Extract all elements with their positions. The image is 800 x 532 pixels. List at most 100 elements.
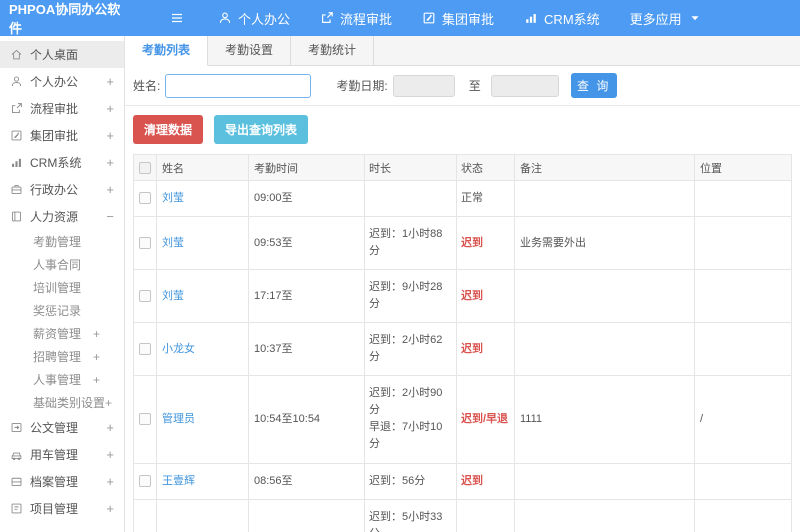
nav-item-label: 流程审批 [340,11,393,27]
row-checkbox[interactable] [139,342,151,355]
employee-name-link[interactable]: 王壹辉 [162,475,195,487]
name-filter-input[interactable] [165,73,312,98]
sidebar-subitem-label: 招聘管理 [33,350,82,364]
duration-cell: 迟到：5小时33分 早退：4小时67分 [369,510,443,532]
expand-toggle-icon[interactable]: + [93,373,100,387]
sidebar-item-公文管理[interactable]: 公文管理 + [0,414,124,441]
sidebar-toggle-button[interactable] [169,10,185,26]
nav-item-2[interactable]: 流程审批 [305,0,407,36]
employee-name-link[interactable]: 小龙女 [162,343,195,355]
table-row: 黄蓉13:20至13:20迟到：5小时33分 早退：4小时67分迟到/早退/ [133,498,792,532]
expand-toggle-icon[interactable]: + [106,474,114,489]
sidebar-item-档案管理[interactable]: 档案管理 + [0,468,124,495]
row-checkbox[interactable] [139,192,151,205]
sidebar-item-label: 项目管理 [30,502,79,516]
expand-toggle-icon[interactable]: + [106,155,114,170]
row-checkbox[interactable] [139,289,151,302]
column-header-status: 状态 [456,154,515,181]
expand-toggle-icon[interactable]: + [106,420,114,435]
row-checkbox[interactable] [139,412,151,425]
sidebar-subitem-培训管理[interactable]: 培训管理 [0,276,124,299]
note-cell [514,269,695,324]
employee-name-link[interactable]: 管理员 [162,413,195,425]
attendance-time-cell: 10:54至10:54 [248,375,365,464]
sidebar-subitem-人事管理[interactable]: 人事管理 + [0,368,124,391]
sidebar-subitem-label: 培训管理 [33,281,82,295]
nav-item-label: CRM系统 [544,11,600,27]
duration-cell: 迟到：56分 [369,474,426,487]
sidebar-item-人力资源[interactable]: 人力资源 − [0,203,124,230]
nav-item-4[interactable]: CRM系统 [509,0,615,36]
user-icon [219,12,231,23]
sidebar-item-label: 个人桌面 [30,48,79,62]
status-cell: 迟到/早退 [456,375,515,464]
sidebar-item-项目管理[interactable]: 项目管理 + [0,495,124,522]
note-cell [514,179,695,218]
column-header-time: 考勤时间 [248,154,365,181]
expand-toggle-icon[interactable]: + [106,182,114,197]
nav-item-label: 个人办公 [238,11,291,27]
column-header-location: 位置 [694,154,792,181]
sidebar-subitem-薪资管理[interactable]: 薪资管理 + [0,322,124,345]
location-cell [694,216,792,271]
sidebar-item-集团审批[interactable]: 集团审批 + [0,122,124,149]
expand-toggle-icon[interactable]: + [106,447,114,462]
note-cell [514,498,695,532]
sidebar-subitem-奖惩记录[interactable]: 奖惩记录 [0,299,124,322]
sidebar-subitem-招聘管理[interactable]: 招聘管理 + [0,345,124,368]
location-cell [694,269,792,324]
nav-item-3[interactable]: 集团审批 [407,0,509,36]
note-cell: 1111 [514,375,695,464]
date-from-input[interactable] [392,74,455,97]
employee-name-link[interactable]: 刘莹 [162,290,184,302]
sidebar-item-label: 档案管理 [30,475,79,489]
tab-考勤列表[interactable]: 考勤列表 [125,36,209,66]
tab-考勤设置[interactable]: 考勤设置 [208,36,292,65]
sidebar-item-流程审批[interactable]: 流程审批 + [0,95,124,122]
chart-icon [12,158,21,167]
select-all-checkbox[interactable] [139,161,151,174]
sidebar-subitem-基础类别设置[interactable]: 基础类别设置 + [0,391,124,414]
table-row: 小龙女 10:37至 迟到：2小时62分 迟到 [133,322,792,377]
sidebar-item-用车管理[interactable]: 用车管理 + [0,441,124,468]
clean-data-button[interactable]: 清理数据 [133,115,204,144]
export-list-button[interactable]: 导出查询列表 [214,115,309,144]
table-header-row: 姓名 考勤时间 时长 状态 备注 位置 [133,154,792,181]
sidebar-item-行政办公[interactable]: 行政办公 + [0,176,124,203]
date-to-label: 至 [468,79,481,93]
expand-toggle-icon[interactable]: + [106,501,114,516]
status-cell: 迟到/早退 [456,498,515,532]
expand-toggle-icon[interactable]: + [106,74,114,89]
attendance-time-cell: 08:56至 [248,462,365,500]
query-button[interactable]: 查 询 [570,73,617,98]
row-checkbox[interactable] [139,236,151,249]
expand-toggle-icon[interactable]: + [106,128,114,143]
expand-toggle-icon[interactable]: + [93,327,100,341]
column-header-note: 备注 [514,154,695,181]
row-checkbox[interactable] [139,474,151,487]
expand-toggle-icon[interactable]: − [106,209,114,224]
action-bar: 清理数据 导出查询列表 [125,106,800,152]
tab-考勤统计[interactable]: 考勤统计 [291,36,375,65]
nav-item-5[interactable]: 更多应用 [615,0,717,36]
main-layout: 个人桌面 个人办公 + 流程审批 + 集团审批 + CRM系统 + 行政办公 + 人力资源 − 考勤管理人… [0,36,800,532]
expand-toggle-icon[interactable]: + [106,101,114,116]
sidebar-item-label: 集团审批 [30,129,79,143]
nav-item-label: 集团审批 [442,11,495,27]
sidebar-item-个人办公[interactable]: 个人办公 + [0,68,124,95]
date-to-input[interactable] [490,74,559,97]
attendance-time-cell: 17:17至 [248,269,365,324]
nav-item-1[interactable]: 个人办公 [203,0,305,36]
attendance-time-cell: 09:00至 [248,179,365,218]
expand-toggle-icon[interactable]: + [93,350,100,364]
status-cell: 迟到 [456,322,515,377]
sidebar-item-个人桌面[interactable]: 个人桌面 [0,41,124,68]
location-cell [694,322,792,377]
sidebar-subitem-人事合同[interactable]: 人事合同 [0,253,124,276]
sidebar-subitem-label: 奖惩记录 [33,304,82,318]
employee-name-link[interactable]: 刘莹 [162,192,184,204]
employee-name-link[interactable]: 刘莹 [162,237,184,249]
expand-toggle-icon[interactable]: + [105,396,112,410]
sidebar-item-CRM系统[interactable]: CRM系统 + [0,149,124,176]
sidebar-subitem-考勤管理[interactable]: 考勤管理 [0,230,124,253]
